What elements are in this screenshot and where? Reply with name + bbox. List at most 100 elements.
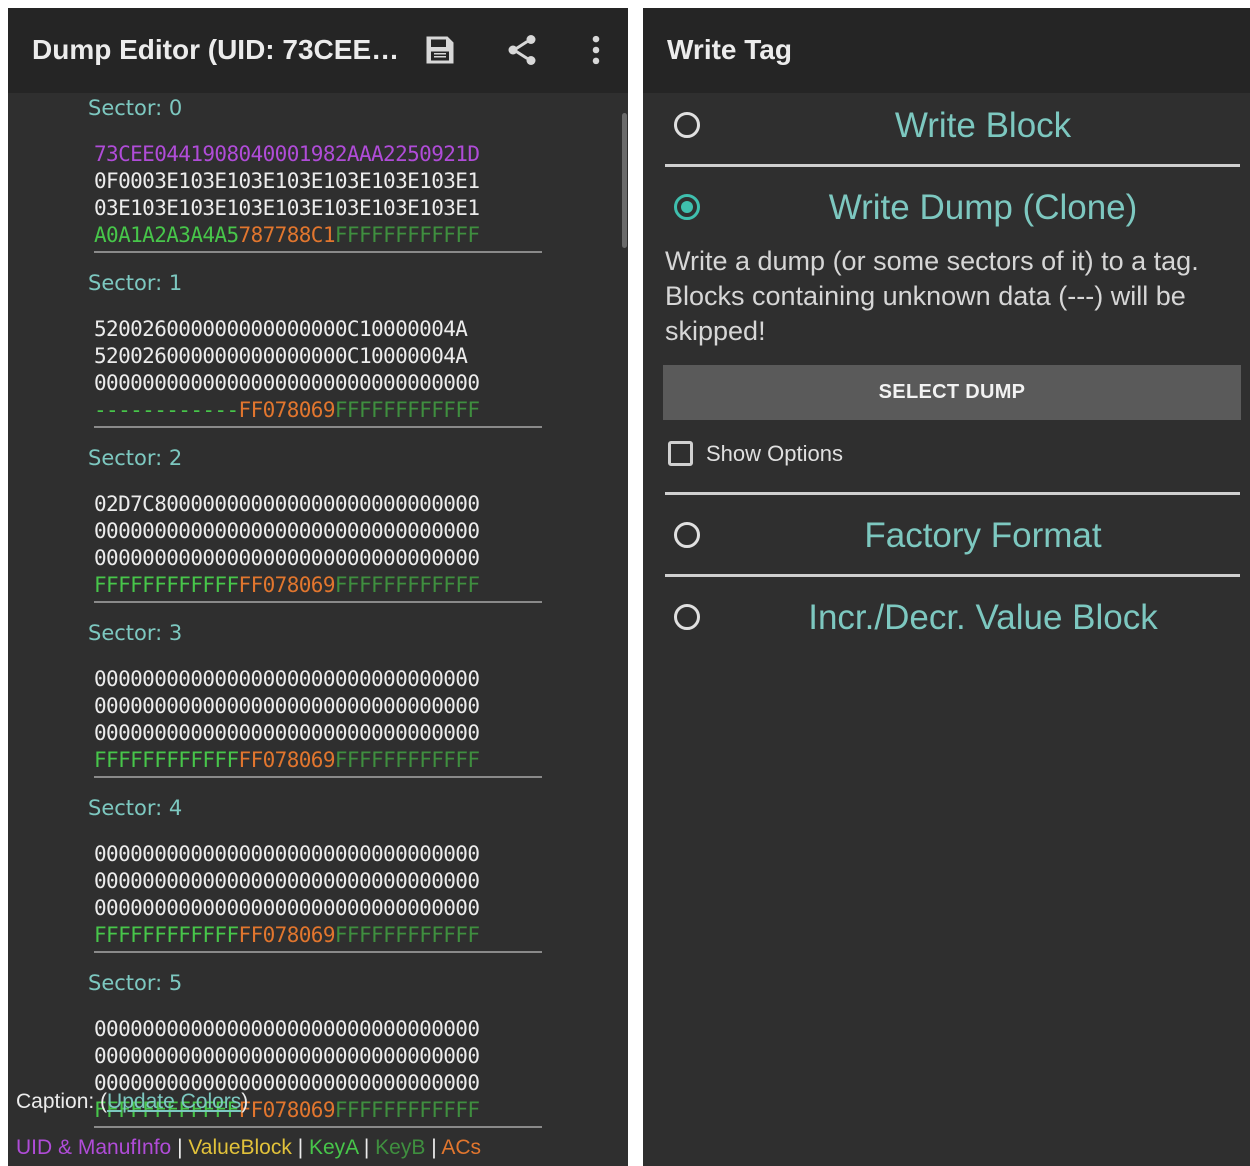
- hex-segment: 00000000000000000000000000000000: [94, 694, 480, 718]
- write-dump-label[interactable]: Write Dump (Clone): [743, 188, 1223, 228]
- write-tag-toolbar: Write Tag: [643, 8, 1250, 93]
- hex-block-line[interactable]: 00000000000000000000000000000000: [94, 370, 480, 397]
- dump-editor-screen: Dump Editor (UID: 73CEE… Sector: 0 73CEE0…: [8, 8, 628, 1166]
- legend-item: ACs: [441, 1136, 482, 1159]
- hex-segment: 02D7C800000000000000000000000000: [94, 492, 480, 516]
- hex-block-line[interactable]: 03E103E103E103E103E103E103E103E1: [94, 195, 480, 222]
- hex-segment: 520026000000000000000C10000004A: [94, 344, 468, 368]
- value-block-radio[interactable]: [674, 604, 700, 630]
- hex-segment: FFFFFFFFFFFF: [94, 573, 239, 597]
- sector-divider: [94, 1126, 542, 1128]
- hex-block-line[interactable]: 00000000000000000000000000000000: [94, 545, 480, 572]
- value-block-label[interactable]: Incr./Decr. Value Block: [743, 598, 1223, 638]
- show-options-checkbox[interactable]: [668, 441, 693, 466]
- hex-block-line[interactable]: 520026000000000000000C10000004A: [94, 316, 468, 343]
- overflow-menu-icon[interactable]: [574, 28, 618, 72]
- hex-block-line[interactable]: 00000000000000000000000000000000: [94, 666, 480, 693]
- hex-block-line[interactable]: 02D7C800000000000000000000000000: [94, 491, 480, 518]
- sector-label: Sector: 5: [88, 971, 183, 995]
- divider: [665, 164, 1240, 167]
- write-block-radio[interactable]: [674, 112, 700, 138]
- hex-block-line[interactable]: 00000000000000000000000000000000: [94, 693, 480, 720]
- hex-block-line[interactable]: 00000000000000000000000000000000: [94, 720, 480, 747]
- hex-segment: FFFFFFFFFFFF: [94, 923, 239, 947]
- hex-segment: 03E103E103E103E103E103E103E103E1: [94, 196, 480, 220]
- hex-segment: FF078069: [238, 748, 336, 772]
- hex-block-line[interactable]: FFFFFFFFFFFFFF078069FFFFFFFFFFFF: [94, 572, 480, 599]
- hex-segment: 00000000000000000000000000000000: [94, 842, 480, 866]
- hex-segment: FF078069: [238, 398, 336, 422]
- sector-label: Sector: 3: [88, 621, 183, 645]
- write-block-label[interactable]: Write Block: [743, 106, 1223, 146]
- scrollbar[interactable]: [622, 113, 627, 248]
- hex-segment: FF078069: [238, 923, 336, 947]
- hex-segment: 73CEE0441908040001982AAA2250921D: [94, 142, 480, 166]
- write-tag-title: Write Tag: [667, 34, 792, 65]
- hex-block-line[interactable]: 00000000000000000000000000000000: [94, 868, 480, 895]
- hex-block-line[interactable]: 0F0003E103E103E103E103E103E103E1: [94, 168, 480, 195]
- hex-block-line[interactable]: 00000000000000000000000000000000: [94, 841, 480, 868]
- select-dump-button[interactable]: SELECT DUMP: [663, 365, 1241, 420]
- hex-block-line[interactable]: FFFFFFFFFFFFFF078069FFFFFFFFFFFF: [94, 922, 480, 949]
- hex-segment: FFFFFFFFFFFF: [334, 748, 480, 772]
- divider: [665, 574, 1240, 577]
- sector-divider: [94, 776, 542, 778]
- hex-segment: 00000000000000000000000000000000: [94, 371, 480, 395]
- factory-format-label[interactable]: Factory Format: [743, 516, 1223, 556]
- hex-segment: FFFFFFFFFFFF: [334, 573, 480, 597]
- write-dump-radio[interactable]: [674, 194, 700, 220]
- hex-segment: FFFFFFFFFFFF: [334, 223, 480, 247]
- legend-separator: |: [171, 1136, 189, 1159]
- divider: [665, 492, 1240, 495]
- sector-divider: [94, 601, 542, 603]
- legend-item: UID & ManufInfo: [16, 1136, 172, 1159]
- hex-segment: 520026000000000000000C10000004A: [94, 317, 468, 341]
- hex-segment: 00000000000000000000000000000000: [94, 896, 480, 920]
- hex-block-line[interactable]: 00000000000000000000000000000000: [94, 895, 480, 922]
- hex-block-line[interactable]: 00000000000000000000000000000000: [94, 518, 480, 545]
- hex-block-line[interactable]: 73CEE0441908040001982AAA2250921D: [94, 141, 480, 168]
- hex-segment: 00000000000000000000000000000000: [94, 1017, 480, 1041]
- legend-separator: |: [358, 1136, 376, 1159]
- save-icon[interactable]: [418, 28, 462, 72]
- write-tag-screen: Write Tag Write Block Write Dump (Clone)…: [643, 8, 1250, 1166]
- hex-segment: FF078069: [238, 573, 336, 597]
- sector-divider: [94, 426, 542, 428]
- hex-segment: ------------: [94, 398, 239, 422]
- sector-divider: [94, 951, 542, 953]
- sector-label: Sector: 2: [88, 446, 183, 470]
- hex-block-line[interactable]: 00000000000000000000000000000000: [94, 1043, 480, 1070]
- dump-editor-title: Dump Editor (UID: 73CEE…: [32, 34, 400, 65]
- hex-segment: 00000000000000000000000000000000: [94, 721, 480, 745]
- hex-segment: 0F0003E103E103E103E103E103E103E1: [94, 169, 480, 193]
- share-icon[interactable]: [500, 28, 544, 72]
- hex-block-line[interactable]: A0A1A2A3A4A5787788C1FFFFFFFFFFFF: [94, 222, 480, 249]
- legend-separator: |: [425, 1136, 442, 1159]
- sector-label: Sector: 0: [88, 96, 183, 120]
- hex-segment: FFFFFFFFFFFF: [334, 398, 480, 422]
- hex-block-line[interactable]: 00000000000000000000000000000000: [94, 1016, 480, 1043]
- hex-segment: 00000000000000000000000000000000: [94, 546, 480, 570]
- show-options-label[interactable]: Show Options: [706, 441, 843, 467]
- hex-block-line[interactable]: 520026000000000000000C10000004A: [94, 343, 468, 370]
- update-colors-link[interactable]: Update Colors: [107, 1090, 241, 1113]
- hex-block-line[interactable]: ------------FF078069FFFFFFFFFFFF: [94, 397, 480, 424]
- legend-item: ValueBlock: [188, 1136, 292, 1159]
- hex-segment: 00000000000000000000000000000000: [94, 667, 480, 691]
- hex-segment: 00000000000000000000000000000000: [94, 1044, 480, 1068]
- color-legend: UID & ManufInfo | ValueBlock | KeyA | Ke…: [16, 1136, 481, 1160]
- hex-segment: 787788C1: [238, 223, 336, 247]
- sector-label: Sector: 1: [88, 271, 183, 295]
- hex-segment: FF078069: [238, 1098, 336, 1122]
- factory-format-radio[interactable]: [674, 522, 700, 548]
- legend-item: KeyB: [375, 1136, 426, 1159]
- legend-item: KeyA: [309, 1136, 359, 1159]
- legend-separator: |: [291, 1136, 309, 1159]
- dump-editor-toolbar: Dump Editor (UID: 73CEE…: [8, 8, 628, 93]
- hex-block-line[interactable]: FFFFFFFFFFFFFF078069FFFFFFFFFFFF: [94, 747, 480, 774]
- hex-segment: FFFFFFFFFFFF: [334, 923, 480, 947]
- hex-segment: 00000000000000000000000000000000: [94, 869, 480, 893]
- sector-label: Sector: 4: [88, 796, 183, 820]
- hex-segment: 00000000000000000000000000000000: [94, 519, 480, 543]
- hex-segment: A0A1A2A3A4A5: [94, 223, 239, 247]
